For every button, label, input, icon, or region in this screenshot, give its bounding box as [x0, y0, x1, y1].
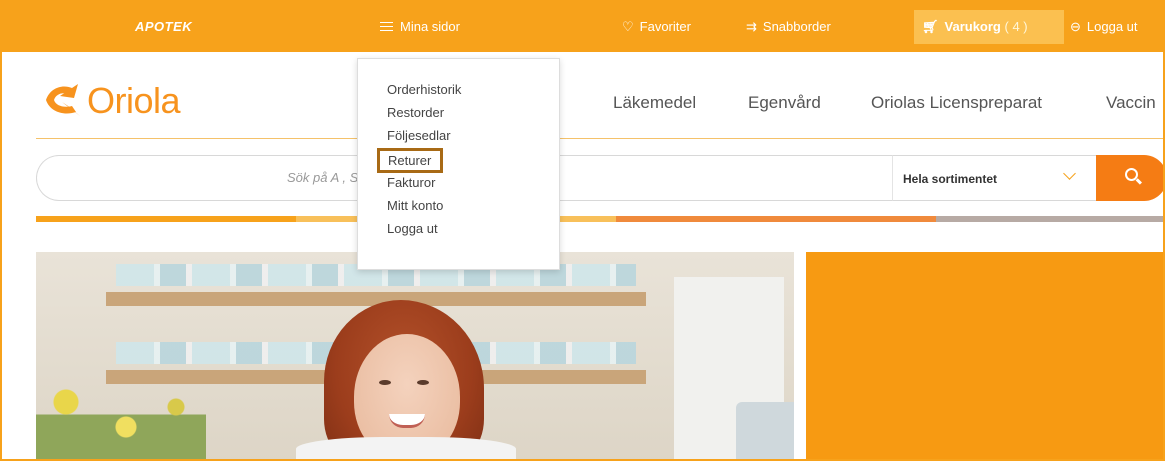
chevron-down-icon: [1063, 167, 1076, 180]
menu-item-foljesedlar[interactable]: Följesedlar: [387, 128, 451, 143]
mina-sidor-label: Mina sidor: [400, 19, 460, 34]
menu-item-fakturor[interactable]: Fakturor: [387, 175, 435, 190]
favoriter-label: Favoriter: [639, 19, 691, 34]
page-frame: APOTEK Mina sidor ♡ Favoriter ⇉ Snabborder…: [0, 0, 1165, 461]
cart-icon: 🛒︎: [922, 19, 939, 34]
nav-vaccin[interactable]: Vaccin: [1106, 93, 1156, 113]
apotek-link[interactable]: APOTEK: [135, 2, 192, 52]
snabborder-label: Snabborder: [762, 19, 831, 34]
scope-select[interactable]: Hela sortimentet: [892, 155, 1097, 201]
top-bar: APOTEK Mina sidor ♡ Favoriter ⇉ Snabborder…: [2, 2, 1163, 52]
varukorg-label: Varukorg: [944, 19, 1001, 34]
nav-licenspreparat[interactable]: Oriolas Licenspreparat: [871, 93, 1042, 113]
search-icon: [1125, 168, 1138, 181]
menu-item-mitt-konto[interactable]: Mitt konto: [387, 198, 443, 213]
logout-icon: ⊖: [1070, 19, 1081, 34]
menu-item-logga-ut[interactable]: Logga ut: [387, 221, 438, 236]
mina-sidor-dropdown: Orderhistorik Restorder Följesedlar Retu…: [357, 58, 560, 270]
cart-count: ( 4 ): [1004, 19, 1028, 34]
heart-icon: ♡: [622, 19, 634, 34]
favoriter-link[interactable]: ♡ Favoriter: [622, 2, 691, 52]
search-bar: Sök på A , Substans, EAN-kod eller Varum…: [36, 155, 1163, 203]
varukorg-button[interactable]: 🛒︎ Varukorg ( 4 ): [922, 2, 1028, 52]
search-button[interactable]: [1096, 155, 1163, 201]
logo-mark-icon: [46, 84, 80, 116]
menu-item-restorder[interactable]: Restorder: [387, 105, 444, 120]
hero-image: [36, 252, 794, 459]
mina-sidor-menu[interactable]: Mina sidor: [380, 2, 460, 52]
hero-panel: [806, 252, 1163, 459]
color-stripe: [36, 216, 1163, 222]
snabborder-link[interactable]: ⇉ Snabborder: [746, 2, 831, 52]
menu-item-returer[interactable]: Returer: [377, 148, 444, 173]
scope-label: Hela sortimentet: [903, 172, 998, 186]
logga-ut-label: Logga ut: [1086, 19, 1138, 34]
nav-lakemedel[interactable]: Läkemedel: [613, 93, 696, 113]
header-divider: [36, 138, 1163, 139]
logga-ut-link[interactable]: ⊖ Logga ut: [1070, 2, 1138, 52]
logo-text: Oriola: [87, 80, 181, 121]
menu-icon: [380, 22, 393, 32]
eye-icon: ⇉: [746, 19, 757, 34]
nav-egenvard[interactable]: Egenvård: [748, 93, 821, 113]
menu-item-orderhistorik[interactable]: Orderhistorik: [387, 82, 461, 97]
